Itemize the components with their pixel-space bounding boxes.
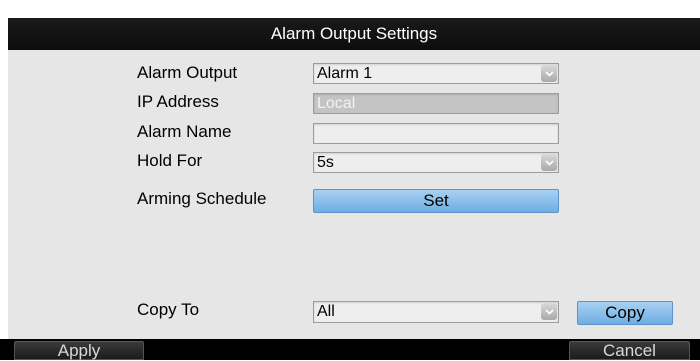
arming-schedule-label: Arming Schedule [137, 189, 267, 208]
chevron-down-icon[interactable] [541, 154, 557, 171]
hold-for-label: Hold For [137, 151, 203, 170]
hold-for-select[interactable]: 5s [313, 152, 559, 173]
apply-button[interactable]: Apply [14, 341, 144, 360]
alarm-output-select[interactable]: Alarm 1 [313, 63, 559, 84]
arming-schedule-set-button[interactable]: Set [313, 189, 559, 213]
copy-to-value: All [317, 303, 335, 320]
alarm-name-label: Alarm Name [137, 122, 232, 141]
alarm-name-input[interactable] [313, 123, 559, 144]
chevron-down-icon[interactable] [541, 65, 557, 82]
copy-button[interactable]: Copy [577, 301, 673, 325]
ip-address-value: Local [317, 95, 356, 112]
ip-address-label: IP Address [137, 92, 219, 111]
ip-address-field: Local [313, 93, 559, 114]
chevron-down-icon[interactable] [541, 303, 557, 320]
copy-to-select[interactable]: All [313, 301, 559, 323]
dialog-title: Alarm Output Settings [8, 18, 700, 50]
alarm-output-settings-dialog: Alarm Output Settings Alarm Output Alarm… [8, 18, 700, 360]
hold-for-value: 5s [317, 154, 334, 171]
alarm-output-label: Alarm Output [137, 63, 238, 82]
copy-to-label: Copy To [137, 300, 200, 319]
cancel-button[interactable]: Cancel [569, 341, 690, 360]
alarm-output-value: Alarm 1 [317, 65, 373, 82]
